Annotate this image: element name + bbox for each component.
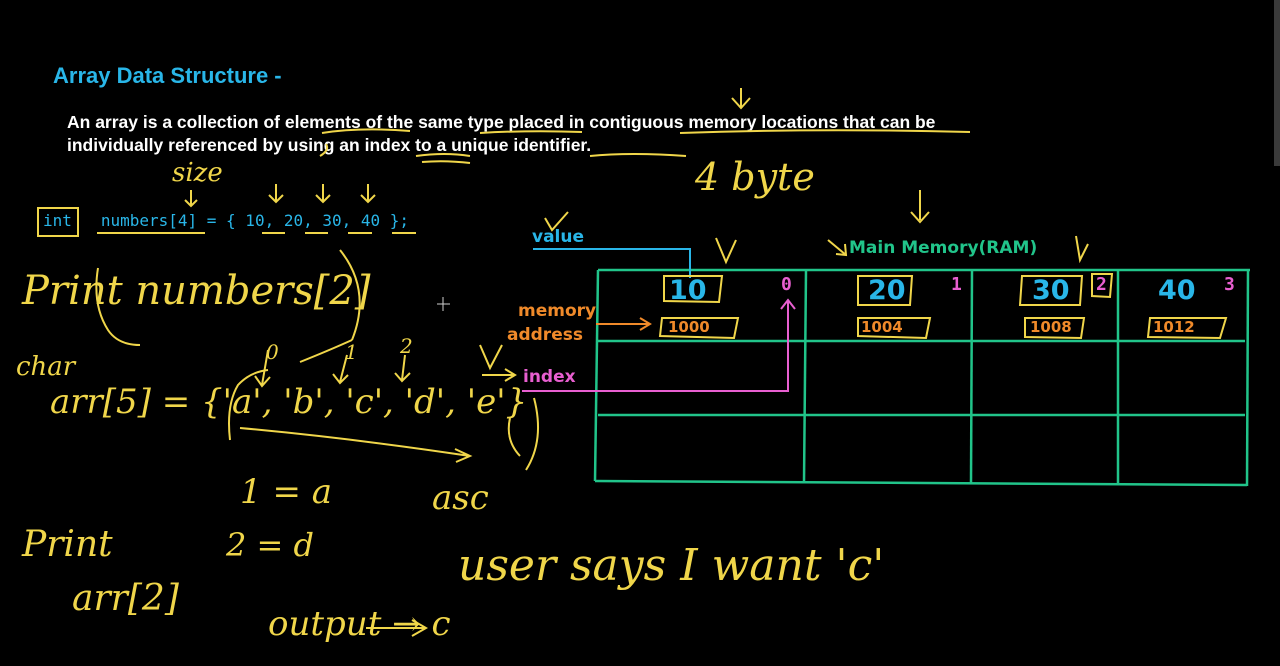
label-main-memory: Main Memory(RAM) — [849, 238, 1038, 258]
hand-print-numbers: Print numbers[2] — [22, 268, 371, 314]
label-index: index — [523, 367, 576, 387]
hand-idx2: 2 — [400, 334, 413, 358]
int-box — [37, 207, 79, 237]
hand-print: Print — [22, 524, 113, 565]
hand-user-says: user says I want 'c' — [458, 540, 885, 591]
cell-value-0: 10 — [669, 275, 707, 306]
hand-idx1: 1 — [345, 340, 358, 364]
hand-asc: asc — [432, 478, 489, 518]
hand-char: char — [16, 352, 76, 382]
hand-arr2: arr[2] — [72, 578, 179, 619]
cell-address-3: 1012 — [1153, 318, 1195, 336]
cell-value-3: 40 — [1158, 275, 1196, 306]
hand-eq2: 2 = d — [226, 526, 314, 564]
hand-arr-decl: arr[5] = {'a', 'b', 'c', 'd', 'e'} — [50, 382, 528, 422]
address-arrow — [596, 317, 652, 331]
hand-output: output → c — [268, 604, 451, 644]
label-value: value — [532, 227, 585, 247]
hand-four-byte: 4 byte — [695, 155, 815, 199]
cell-highlights — [658, 273, 1228, 340]
cell-index-1: 1 — [951, 274, 962, 295]
cell-address-2: 1008 — [1030, 318, 1072, 336]
cell-value-1: 20 — [868, 275, 906, 306]
cell-value-2: 30 — [1032, 275, 1070, 306]
code-arrows — [184, 88, 930, 224]
cell-address-0: 1000 — [668, 318, 710, 336]
cell-index-0: 0 — [781, 274, 792, 295]
cell-address-1: 1004 — [861, 318, 903, 336]
hand-idx0: 0 — [266, 340, 279, 364]
label-address: address — [507, 325, 583, 345]
crosshair-icon — [437, 297, 450, 311]
value-pointer — [533, 248, 691, 278]
label-memory: memory — [518, 301, 597, 321]
cell-index-2: 2 — [1096, 274, 1107, 295]
description-underlines — [319, 128, 971, 164]
scrollbar[interactable] — [1274, 0, 1280, 166]
hand-size: size — [172, 158, 223, 188]
cell-index-3: 3 — [1224, 274, 1235, 295]
hand-eq1: 1 = a — [240, 472, 333, 512]
